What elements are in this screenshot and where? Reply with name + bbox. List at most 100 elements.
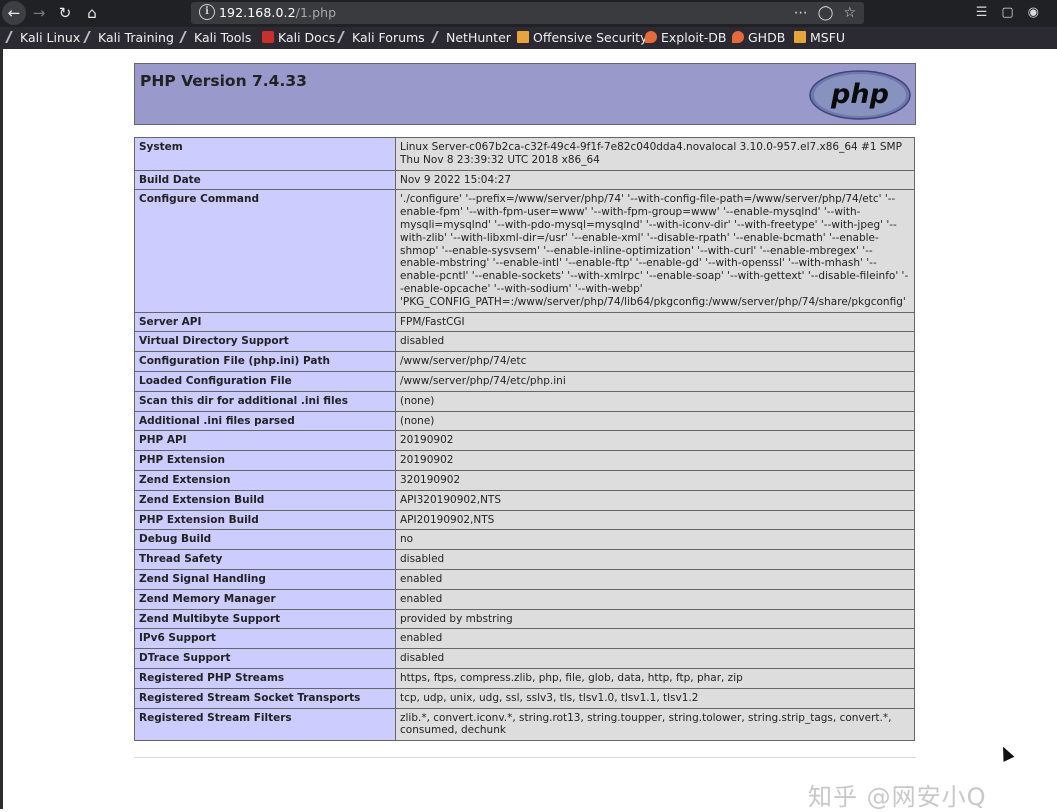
- row-key: Configuration File (php.ini) Path: [134, 351, 396, 372]
- table-row: Configure Command './configure' '--prefix…: [134, 189, 915, 313]
- table-row: DTrace Support disabled: [134, 648, 915, 669]
- bookmark-ghdb[interactable]: GHDB: [732, 27, 785, 49]
- row-key: IPv6 Support: [134, 628, 396, 650]
- offsec-icon: [517, 31, 529, 43]
- row-key: Thread Safety: [134, 549, 396, 570]
- table-row: Server API FPM/FastCGI: [134, 311, 915, 333]
- bookmark-offensive-security[interactable]: Offensive Security: [517, 27, 647, 49]
- row-key: Server API: [134, 311, 396, 333]
- table-row: System Linux Server-c067b2ca-c32f-49c4-9f…: [134, 137, 915, 171]
- row-key: Zend Signal Handling: [134, 568, 396, 590]
- table-row: Scan this dir for additional .ini files(…: [134, 390, 915, 412]
- table-row: Debug Build no: [134, 529, 915, 551]
- docs-icon: [262, 31, 274, 43]
- row-value: disabled: [395, 331, 915, 353]
- row-value: https, ftps, compress.zlib, php, file, g…: [395, 667, 915, 689]
- row-key: Zend Extension: [134, 469, 396, 491]
- php-logo-icon[interactable]: php: [809, 70, 911, 120]
- table-row: Zend Multibyte Support provided by mbstri…: [134, 608, 915, 630]
- row-value: enabled: [395, 628, 915, 650]
- row-value: API320190902,NTS: [395, 489, 915, 511]
- msfu-icon: [794, 31, 806, 43]
- bookmark-label: Kali Linux: [20, 30, 81, 45]
- row-value: FPM/FastCGI: [395, 311, 915, 333]
- row-value: 20190902: [395, 430, 915, 452]
- forward-button[interactable]: →: [28, 2, 50, 24]
- table-row: Registered PHP Streams https, ftps, compr…: [134, 667, 915, 689]
- row-key: PHP Extension: [134, 450, 396, 471]
- table-row: Zend Extension 320190902: [134, 469, 915, 491]
- row-key: Registered Stream Socket Transports: [134, 687, 396, 709]
- row-key: PHP API: [134, 430, 396, 452]
- reload-button[interactable]: ↻: [54, 2, 76, 24]
- pocket-icon[interactable]: ◯: [818, 5, 834, 21]
- row-key: Configure Command: [134, 189, 396, 313]
- kali-dragon-icon: [5, 31, 19, 43]
- browser-toolbar: ← → ↻ ⌂ i 192.168.0.2/1.php ⋯ ◯ ☆ ☰ ▢ ◉: [0, 0, 1057, 27]
- bookmark-kali-forums[interactable]: Kali Forums: [337, 27, 425, 49]
- table-row: Registered Stream Socket Transports tcp, …: [134, 687, 915, 709]
- address-bar[interactable]: i 192.168.0.2/1.php ⋯ ◯ ☆: [191, 2, 864, 24]
- row-key: Scan this dir for additional .ini files: [134, 390, 396, 412]
- bookmarks-bar: Kali Linux Kali Training Kali Tools Kali…: [0, 27, 1057, 49]
- row-key: Debug Build: [134, 529, 396, 551]
- bookmark-star-icon[interactable]: ☆: [843, 5, 856, 21]
- bookmark-kali-linux[interactable]: Kali Linux: [5, 27, 81, 49]
- site-info-icon[interactable]: i: [199, 4, 215, 20]
- bookmark-label: Offensive Security: [533, 30, 648, 45]
- ghdb-icon: [732, 31, 744, 43]
- row-key: Zend Memory Manager: [134, 588, 396, 610]
- table-row: Zend Extension Build API320190902,NTS: [134, 489, 915, 511]
- row-value: API20190902,NTS: [395, 509, 915, 531]
- bookmark-nethunter[interactable]: NetHunter: [431, 27, 511, 49]
- table-row: Virtual Directory Support disabled: [134, 331, 915, 353]
- table-row: Zend Signal Handling enabled: [134, 568, 915, 590]
- reload-icon: ↻: [58, 4, 72, 22]
- row-key: Zend Extension Build: [134, 489, 396, 511]
- kali-dragon-icon: [179, 31, 193, 43]
- bookmark-exploit-db[interactable]: Exploit-DB: [645, 27, 726, 49]
- row-key: DTrace Support: [134, 648, 396, 669]
- url-actions: ⋯ ◯ ☆: [784, 3, 856, 23]
- row-value: (none): [395, 410, 915, 432]
- forward-arrow-icon: →: [32, 4, 46, 22]
- account-icon[interactable]: ◉: [1028, 5, 1039, 20]
- bookmark-label: NetHunter: [446, 30, 511, 45]
- php-version-title: PHP Version 7.4.33: [140, 72, 307, 90]
- bookmark-label: Kali Training: [98, 30, 174, 45]
- bookmark-kali-training[interactable]: Kali Training: [83, 27, 174, 49]
- sidebar-icon[interactable]: ▢: [1001, 5, 1013, 20]
- bookmark-label: Kali Forums: [352, 30, 425, 45]
- table-row: PHP Extension 20190902: [134, 450, 915, 471]
- row-value: enabled: [395, 568, 915, 590]
- table-row: PHP API 20190902: [134, 430, 915, 452]
- bookmark-label: GHDB: [748, 30, 786, 45]
- row-value: Linux Server-c067b2ca-c32f-49c4-9f1f-7e8…: [395, 137, 915, 171]
- table-row: PHP Extension Build API20190902,NTS: [134, 509, 915, 531]
- table-row: IPv6 Support enabled: [134, 628, 915, 650]
- home-button[interactable]: ⌂: [81, 2, 103, 24]
- row-key: Zend Multibyte Support: [134, 608, 396, 630]
- php-logo-text: php: [830, 79, 889, 110]
- bookmark-label: Kali Tools: [194, 30, 252, 45]
- row-key: Build Date: [134, 169, 396, 191]
- url-text[interactable]: 192.168.0.2/1.php: [219, 4, 336, 22]
- back-button[interactable]: ←: [2, 1, 26, 25]
- bookmark-kali-tools[interactable]: Kali Tools: [179, 27, 252, 49]
- row-value: (none): [395, 390, 915, 412]
- bookmark-kali-docs[interactable]: Kali Docs: [262, 27, 335, 49]
- bookmark-label: Kali Docs: [278, 30, 336, 45]
- bookmark-msfu[interactable]: MSFU: [794, 27, 845, 49]
- row-key: System: [134, 137, 396, 171]
- url-host: 192.168.0.2: [219, 5, 296, 20]
- row-value: disabled: [395, 549, 915, 570]
- window-edge: [0, 49, 3, 809]
- row-key: PHP Extension Build: [134, 509, 396, 531]
- row-value: provided by mbstring: [395, 608, 915, 630]
- page-content: PHP Version 7.4.33 php System Linux Serve…: [0, 49, 1057, 811]
- row-key: Registered Stream Filters: [134, 707, 396, 742]
- php-info-table: System Linux Server-c067b2ca-c32f-49c4-9f…: [134, 137, 915, 742]
- library-icon[interactable]: ☰: [976, 5, 988, 20]
- kali-dragon-icon: [337, 31, 351, 43]
- page-actions-icon[interactable]: ⋯: [794, 5, 808, 21]
